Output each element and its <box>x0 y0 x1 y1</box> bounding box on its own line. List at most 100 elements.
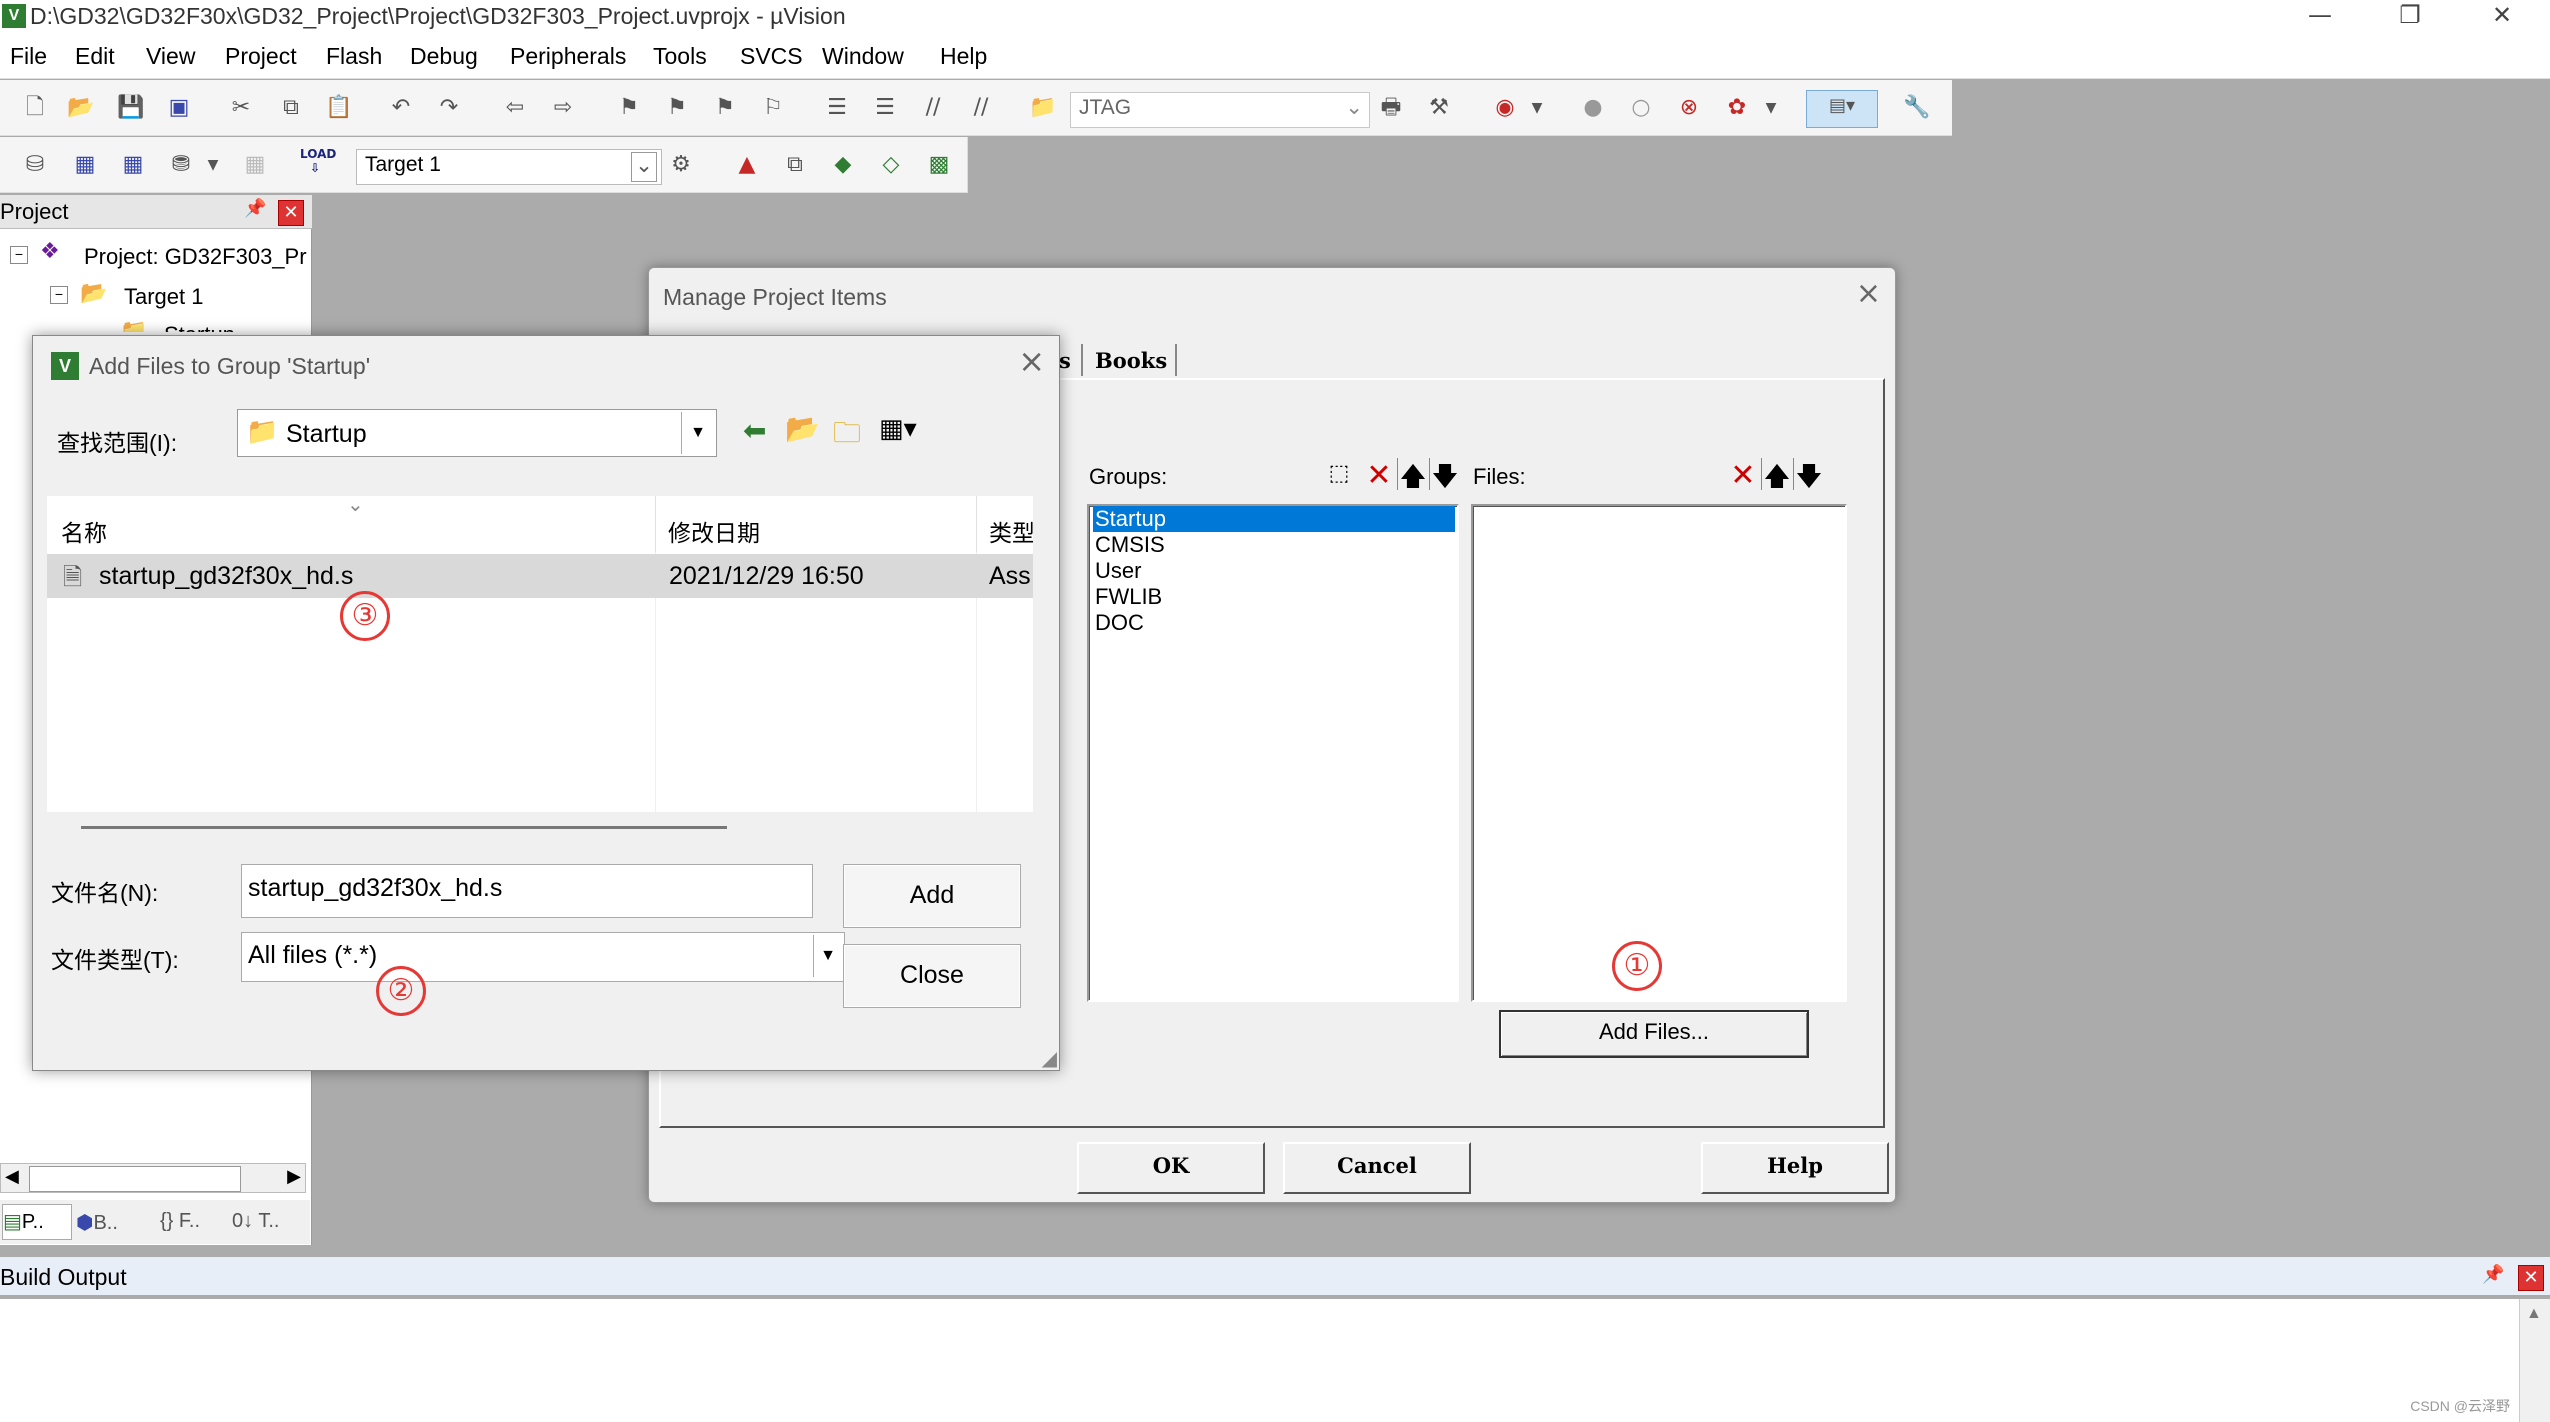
menu-svcs[interactable]: SVCS <box>740 43 803 70</box>
translate-icon[interactable]: ⛁ <box>20 150 50 180</box>
menu-file[interactable]: File <box>10 43 47 70</box>
chevron-down-icon[interactable]: ▼ <box>1522 93 1552 123</box>
look-in-combo[interactable]: 📁 Startup ▼ <box>237 409 717 457</box>
menu-window[interactable]: Window <box>822 43 904 70</box>
chevron-down-icon[interactable]: ▼ <box>198 150 228 180</box>
undo-icon[interactable]: ↶ <box>386 93 416 123</box>
cut-icon[interactable]: ✂ <box>226 93 256 123</box>
bookmark-next-icon[interactable]: ⚑ <box>710 93 740 123</box>
list-scrollbar[interactable] <box>81 826 727 829</box>
pack-installer-icon[interactable]: ◆ <box>828 150 858 180</box>
manage-project-icon[interactable]: ⧉ <box>780 150 810 180</box>
chevron-down-icon[interactable]: ▼ <box>813 935 842 977</box>
file-list[interactable]: ⌄ 名称 修改日期 类型 🗎 startup_gd32f30x_hd.s 202… <box>47 496 1033 812</box>
manage-components-icon[interactable]: ▲ <box>732 150 762 180</box>
menu-flash[interactable]: Flash <box>326 43 382 70</box>
close-icon[interactable]: × <box>1856 276 1881 311</box>
build-icon[interactable]: ▦ <box>70 150 100 180</box>
vertical-scrollbar[interactable]: ▲ <box>2519 1299 2550 1422</box>
find-in-files-icon[interactable]: 📁 <box>1028 93 1058 123</box>
tab-functions[interactable]: {} F.. <box>160 1210 200 1233</box>
group-node[interactable]: Startup <box>164 322 235 332</box>
list-item[interactable]: FWLIB <box>1093 584 1455 610</box>
menu-debug[interactable]: Debug <box>410 43 478 70</box>
menu-peripherals[interactable]: Peripherals <box>510 43 626 70</box>
breakpoint-disable-icon[interactable]: ○ <box>1626 93 1656 123</box>
list-item[interactable]: User <box>1093 558 1455 584</box>
uncomment-icon[interactable]: // <box>966 93 996 123</box>
batch-build-icon[interactable]: ⛃ <box>166 150 196 180</box>
chevron-down-icon[interactable]: ▼ <box>681 412 714 454</box>
groups-list[interactable]: Startup CMSIS User FWLIB DOC <box>1087 504 1459 1002</box>
stop-build-icon[interactable]: ▦ <box>240 150 270 180</box>
breakpoint-kill-icon[interactable]: ⊗ <box>1674 93 1704 123</box>
help-button[interactable]: Help <box>1701 1142 1889 1194</box>
table-row[interactable]: 🗎 startup_gd32f30x_hd.s 2021/12/29 16:50… <box>47 554 1033 598</box>
wrench-icon[interactable]: 🔧 <box>1902 93 1932 123</box>
unindent-icon[interactable]: ☰ <box>870 93 900 123</box>
add-button[interactable]: Add <box>843 864 1021 928</box>
tab-books[interactable]: Books <box>1095 348 1167 373</box>
target-select[interactable]: Target 1 ⌄ <box>356 149 662 185</box>
comment-icon[interactable]: // <box>918 93 948 123</box>
menu-project[interactable]: Project <box>225 43 297 70</box>
configure-view-icon[interactable]: ▤▾ <box>1806 90 1878 128</box>
pin-icon[interactable]: 📌 <box>244 198 266 219</box>
new-folder-icon[interactable]: 🗀 <box>833 412 861 460</box>
column-header-name[interactable]: 名称 <box>47 496 656 552</box>
restore-button[interactable]: ❐ <box>2370 0 2450 33</box>
menu-tools[interactable]: Tools <box>653 43 707 70</box>
close-icon[interactable]: × <box>1018 342 1045 380</box>
chevron-down-icon[interactable]: ▼ <box>1756 93 1786 123</box>
column-header-modified[interactable]: 修改日期 <box>656 496 977 552</box>
build-output-pane[interactable]: ▲ CSDN @云泽野 <box>0 1299 2550 1422</box>
window-layout-icon[interactable]: ✿ <box>1722 93 1752 123</box>
close-panel-button[interactable]: ✕ <box>278 200 304 226</box>
tab-books[interactable]: ⬢B.. <box>76 1210 118 1235</box>
copy-icon[interactable]: ⧉ <box>276 93 306 123</box>
print-icon[interactable]: 🖶 <box>1376 93 1406 123</box>
move-down-icon[interactable]: 🡇 <box>1429 458 1460 491</box>
scroll-right-icon[interactable]: ▶ <box>287 1166 301 1187</box>
scroll-left-icon[interactable]: ◀ <box>5 1166 19 1187</box>
add-files-button[interactable]: Add Files... <box>1499 1010 1809 1058</box>
close-build-output-button[interactable]: ✕ <box>2518 1265 2544 1291</box>
ok-button[interactable]: OK <box>1077 1142 1265 1194</box>
project-root[interactable]: Project: GD32F303_Pr <box>84 244 307 270</box>
scroll-thumb[interactable] <box>29 1166 241 1192</box>
back-icon[interactable]: ⬅ <box>743 414 766 447</box>
target-node[interactable]: Target 1 <box>124 284 204 310</box>
breakpoint-icon[interactable]: ● <box>1578 93 1608 123</box>
tab-project[interactable]: ▤P.. <box>2 1204 72 1240</box>
collapse-icon[interactable]: − <box>10 246 28 264</box>
new-file-icon[interactable]: 🗋 <box>20 93 50 123</box>
minimize-button[interactable]: — <box>2280 0 2360 33</box>
debug-interface-combo[interactable]: JTAG ⌄ <box>1070 92 1370 128</box>
save-icon[interactable]: 💾 <box>116 93 146 123</box>
bookmark-clear-icon[interactable]: ⚐ <box>758 93 788 123</box>
move-down-icon[interactable]: 🡇 <box>1793 458 1824 491</box>
bookmark-prev-icon[interactable]: ⚑ <box>662 93 692 123</box>
select-pack-icon[interactable]: ◇ <box>876 150 906 180</box>
rebuild-icon[interactable]: ▦ <box>118 150 148 180</box>
view-menu-icon[interactable]: ▦▾ <box>879 414 917 444</box>
target-options-icon[interactable]: ⚙ <box>666 150 696 180</box>
redo-icon[interactable]: ↷ <box>434 93 464 123</box>
cancel-button[interactable]: Cancel <box>1283 1142 1471 1194</box>
new-group-icon[interactable]: ⬚ <box>1323 460 1355 490</box>
bookmark-icon[interactable]: ⚑ <box>614 93 644 123</box>
collapse-icon[interactable]: − <box>50 286 68 304</box>
list-item[interactable]: Startup <box>1093 506 1455 532</box>
filename-input[interactable]: startup_gd32f30x_hd.s <box>241 864 813 918</box>
menu-edit[interactable]: Edit <box>75 43 115 70</box>
list-item[interactable]: DOC <box>1093 610 1455 636</box>
filetype-select[interactable]: All files (*.*) ▼ <box>241 932 845 982</box>
load-icon[interactable]: LOAD ⇩ <box>300 147 336 177</box>
resize-grip-icon[interactable]: ◢ <box>1042 1046 1057 1070</box>
up-folder-icon[interactable]: 📂 <box>785 412 820 445</box>
rte-icon[interactable]: ▩ <box>924 150 954 180</box>
move-up-icon[interactable]: 🡅 <box>1397 458 1428 491</box>
close-window-button[interactable]: ✕ <box>2462 0 2542 33</box>
nav-forward-icon[interactable]: ⇨ <box>548 93 578 123</box>
horizontal-scrollbar[interactable]: ◀ ▶ <box>0 1163 306 1193</box>
